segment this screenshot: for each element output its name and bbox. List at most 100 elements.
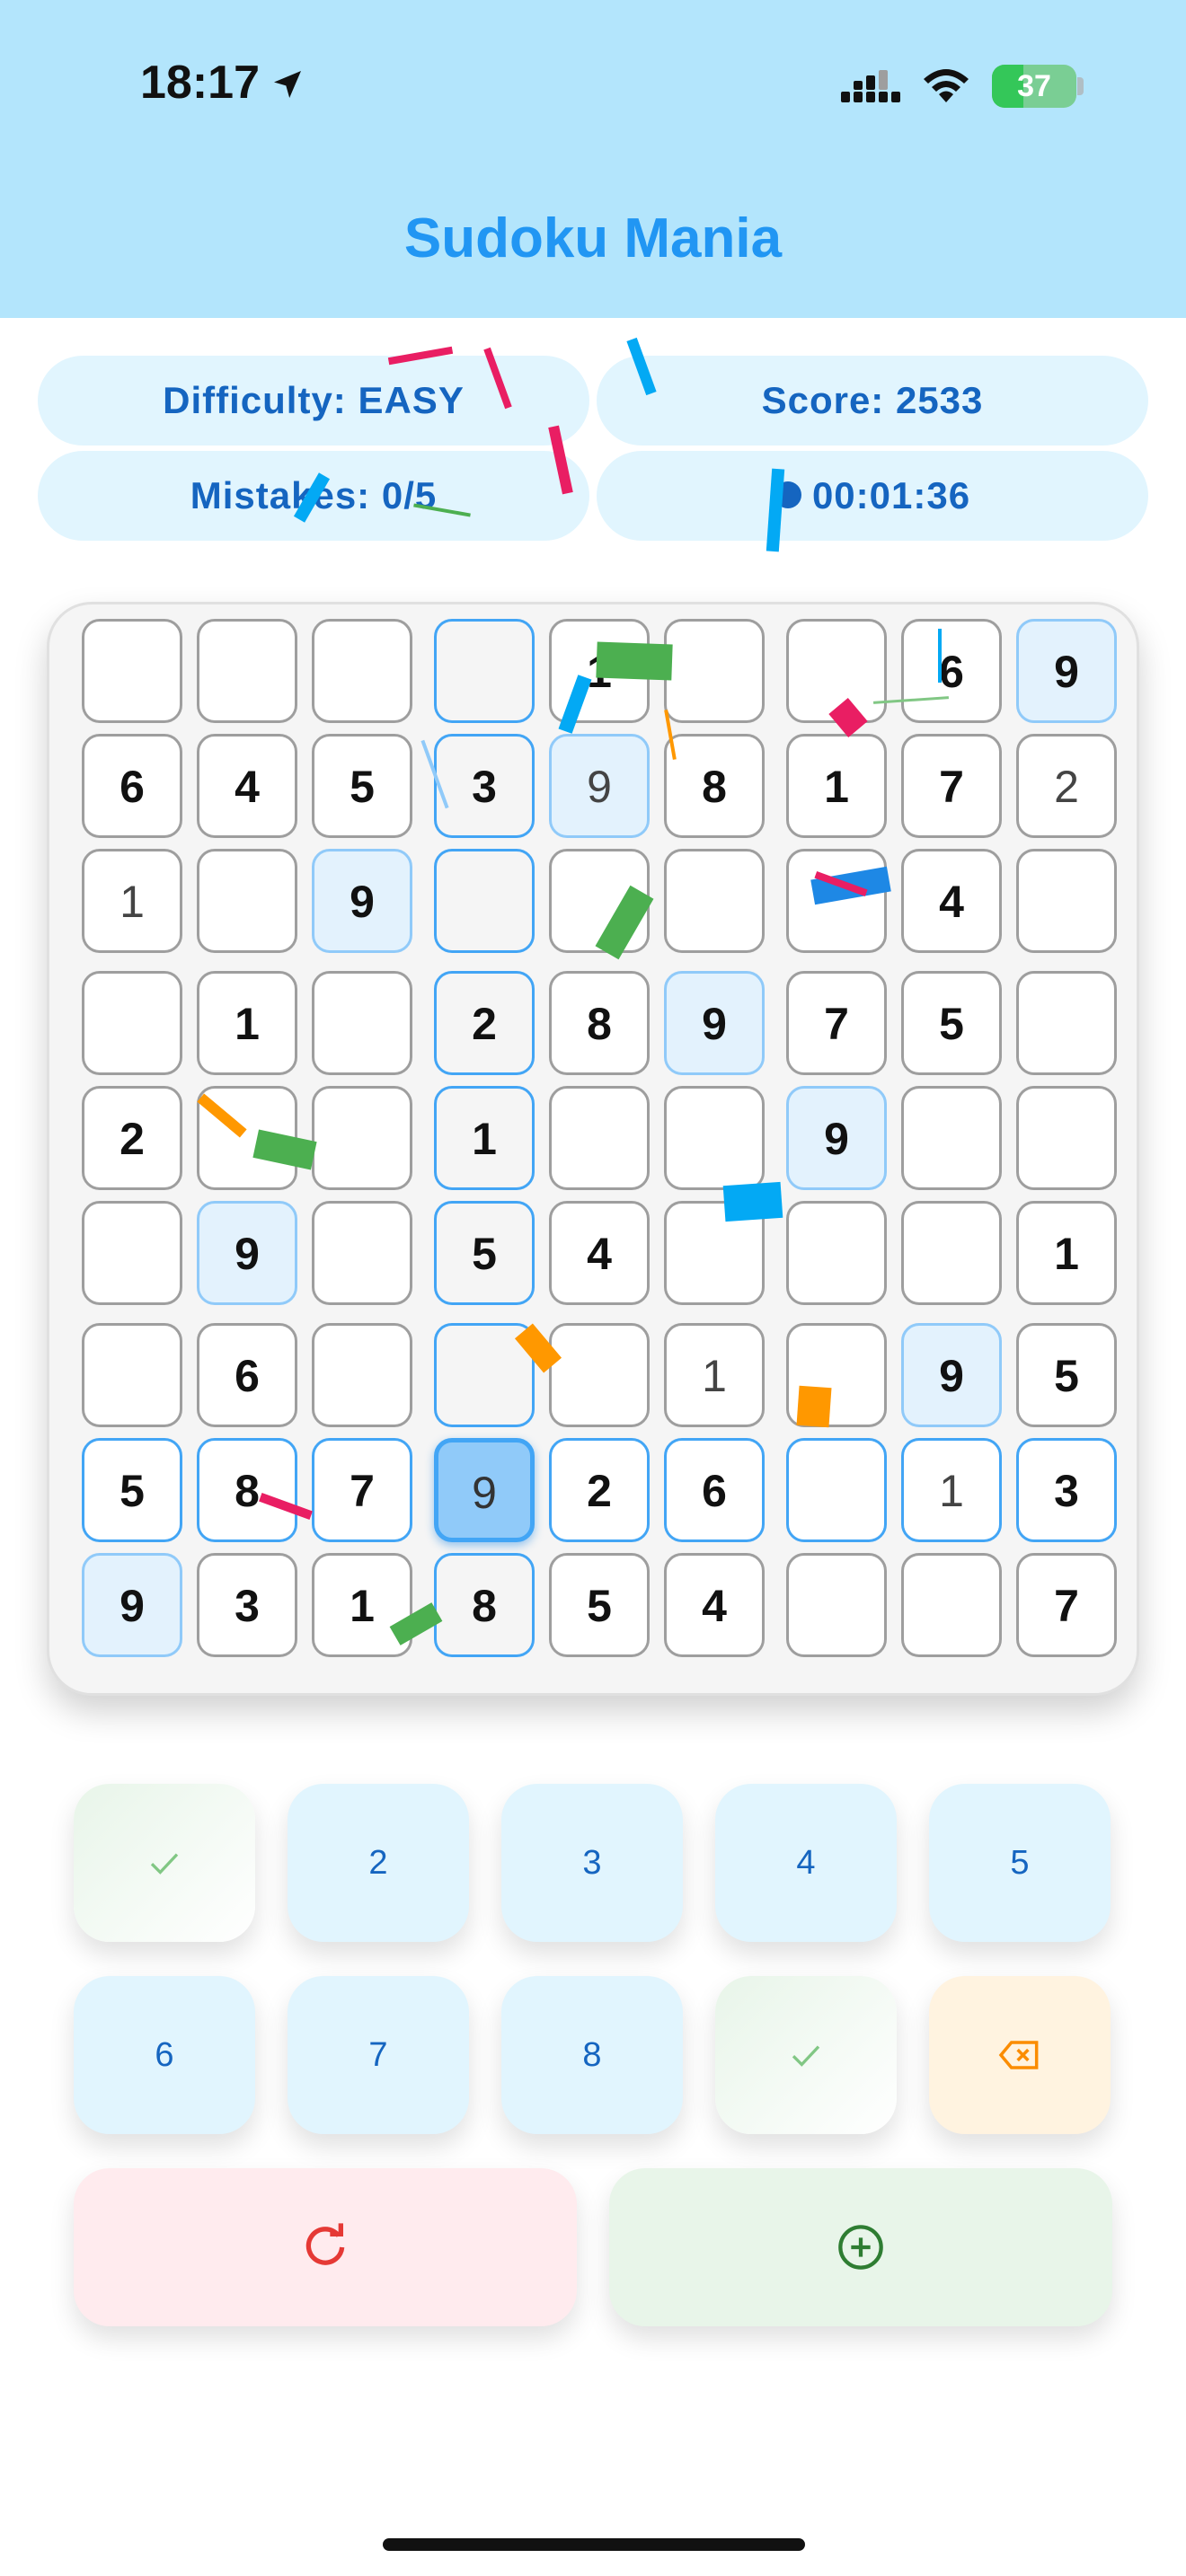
cell-r2-c9[interactable]: 2	[1016, 734, 1117, 838]
cell-r7-c3[interactable]	[312, 1323, 412, 1427]
cell-r1-c3[interactable]	[312, 619, 412, 723]
cell-r2-c8[interactable]: 7	[901, 734, 1002, 838]
cell-r4-c5[interactable]: 8	[549, 971, 650, 1075]
cell-r9-c1[interactable]: 9	[82, 1553, 182, 1657]
cell-r7-c5[interactable]	[549, 1323, 650, 1427]
cell-r5-c3[interactable]	[312, 1086, 412, 1190]
timer-badge: 00:01:36	[597, 451, 1148, 541]
number-button-6[interactable]: 6	[74, 1976, 255, 2134]
cell-r4-c4[interactable]: 2	[434, 971, 535, 1075]
completed-number-button[interactable]	[715, 1976, 897, 2134]
cell-r6-c3[interactable]	[312, 1201, 412, 1305]
cell-r8-c1[interactable]: 5	[82, 1438, 182, 1542]
number-button-4[interactable]: 4	[715, 1784, 897, 1942]
location-arrow-icon	[274, 71, 301, 98]
erase-button[interactable]	[929, 1976, 1111, 2134]
number-button-7[interactable]: 7	[288, 1976, 469, 2134]
cell-r2-c2[interactable]: 4	[197, 734, 297, 838]
cell-r8-c3[interactable]: 7	[312, 1438, 412, 1542]
cell-r2-c3[interactable]: 5	[312, 734, 412, 838]
cell-r2-c6[interactable]: 8	[664, 734, 765, 838]
add-game-button[interactable]	[609, 2168, 1112, 2326]
cell-r8-c9[interactable]: 3	[1016, 1438, 1117, 1542]
cell-r8-c6[interactable]: 6	[664, 1438, 765, 1542]
cell-r5-c8[interactable]	[901, 1086, 1002, 1190]
cell-r3-c8[interactable]: 4	[901, 849, 1002, 953]
cell-r7-c8[interactable]: 9	[901, 1323, 1002, 1427]
number-button-5[interactable]: 5	[929, 1784, 1111, 1942]
cell-r4-c6[interactable]: 9	[664, 971, 765, 1075]
cell-r3-c9[interactable]	[1016, 849, 1117, 953]
backspace-icon	[998, 2041, 1039, 2069]
cell-r9-c8[interactable]	[901, 1553, 1002, 1657]
battery-nub	[1077, 77, 1084, 95]
cell-r1-c1[interactable]	[82, 619, 182, 723]
cell-r5-c7[interactable]: 9	[786, 1086, 887, 1190]
confetti-piece	[938, 629, 942, 683]
cell-r3-c6[interactable]	[664, 849, 765, 953]
sudoku-board: 1696453981721941289752199541619558792613…	[47, 602, 1139, 1696]
wifi-icon	[924, 69, 969, 102]
check-icon	[150, 1853, 179, 1875]
cell-r8-c4[interactable]: 9	[434, 1438, 535, 1542]
cell-r7-c2[interactable]: 6	[197, 1323, 297, 1427]
status-time: 18:17	[140, 57, 260, 109]
cell-r7-c6[interactable]: 1	[664, 1323, 765, 1427]
cell-r8-c2[interactable]: 8	[197, 1438, 297, 1542]
cell-r6-c9[interactable]: 1	[1016, 1201, 1117, 1305]
cell-r3-c3[interactable]: 9	[312, 849, 412, 953]
cellular-signal-icon	[841, 70, 900, 102]
cell-r9-c5[interactable]: 5	[549, 1553, 650, 1657]
cell-r3-c2[interactable]	[197, 849, 297, 953]
cell-r2-c4[interactable]: 3	[434, 734, 535, 838]
check-icon	[792, 2045, 820, 2067]
cell-r6-c1[interactable]	[82, 1201, 182, 1305]
cell-r4-c2[interactable]: 1	[197, 971, 297, 1075]
cell-r5-c6[interactable]	[664, 1086, 765, 1190]
battery-level: 37	[1017, 69, 1051, 103]
cell-r2-c5[interactable]: 9	[549, 734, 650, 838]
cell-r6-c4[interactable]: 5	[434, 1201, 535, 1305]
cell-r9-c9[interactable]: 7	[1016, 1553, 1117, 1657]
cell-r5-c5[interactable]	[549, 1086, 650, 1190]
cell-r8-c5[interactable]: 2	[549, 1438, 650, 1542]
cell-r1-c4[interactable]	[434, 619, 535, 723]
reset-button[interactable]	[74, 2168, 577, 2326]
cell-r1-c9[interactable]: 9	[1016, 619, 1117, 723]
number-button-3[interactable]: 3	[501, 1784, 683, 1942]
cell-r7-c9[interactable]: 5	[1016, 1323, 1117, 1427]
cell-r1-c6[interactable]	[664, 619, 765, 723]
cell-r4-c1[interactable]	[82, 971, 182, 1075]
cell-r9-c6[interactable]: 4	[664, 1553, 765, 1657]
cell-r2-c1[interactable]: 6	[82, 734, 182, 838]
cell-r5-c1[interactable]: 2	[82, 1086, 182, 1190]
cell-r4-c3[interactable]	[312, 971, 412, 1075]
cell-r7-c1[interactable]	[82, 1323, 182, 1427]
cell-r5-c4[interactable]: 1	[434, 1086, 535, 1190]
cell-r2-c7[interactable]: 1	[786, 734, 887, 838]
cell-r1-c8[interactable]: 6	[901, 619, 1002, 723]
confetti-piece	[596, 641, 673, 681]
cell-r6-c2[interactable]: 9	[197, 1201, 297, 1305]
number-button-2[interactable]: 2	[288, 1784, 469, 1942]
cell-r3-c4[interactable]	[434, 849, 535, 953]
cell-r4-c8[interactable]: 5	[901, 971, 1002, 1075]
cell-r1-c2[interactable]	[197, 619, 297, 723]
confetti-piece	[796, 1385, 832, 1428]
cell-r6-c5[interactable]: 4	[549, 1201, 650, 1305]
add-circle-icon	[838, 2225, 883, 2270]
cell-r6-c8[interactable]	[901, 1201, 1002, 1305]
cell-r3-c1[interactable]: 1	[82, 849, 182, 953]
cell-r9-c7[interactable]	[786, 1553, 887, 1657]
cell-r4-c9[interactable]	[1016, 971, 1117, 1075]
cell-r4-c7[interactable]: 7	[786, 971, 887, 1075]
number-button-8[interactable]: 8	[501, 1976, 683, 2134]
completed-number-button[interactable]	[74, 1784, 255, 1942]
cell-r9-c4[interactable]: 8	[434, 1553, 535, 1657]
cell-r6-c7[interactable]	[786, 1201, 887, 1305]
cell-r5-c9[interactable]	[1016, 1086, 1117, 1190]
app-header: 18:17 37 Sudoku Mania	[0, 0, 1186, 318]
cell-r8-c7[interactable]	[786, 1438, 887, 1542]
cell-r9-c2[interactable]: 3	[197, 1553, 297, 1657]
cell-r8-c8[interactable]: 1	[901, 1438, 1002, 1542]
